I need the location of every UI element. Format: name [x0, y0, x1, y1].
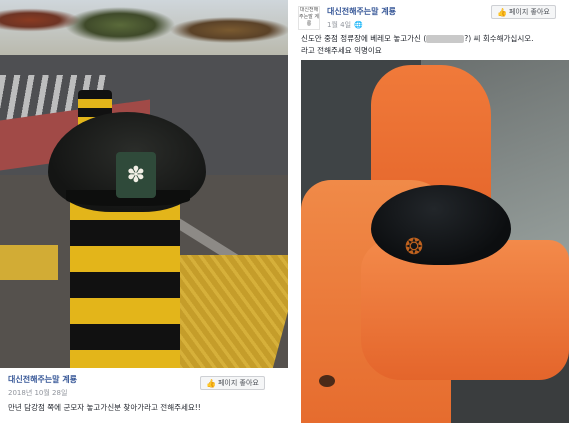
caption-line2: 라고 전해주세요 익명이요 — [301, 46, 382, 55]
right-post-photo[interactable]: ❂ — [301, 60, 569, 423]
beret-insignia-icon: ❂ — [404, 234, 424, 260]
thumbs-up-icon: 👍 — [206, 378, 216, 388]
left-post-photo[interactable]: ✽ — [0, 0, 288, 368]
right-post-card: 대신전해주는말 계룡 대신전해주는말 계룡 1월 4일 🌐 👍 페이지 좋아요 … — [295, 0, 569, 423]
caption-part1: 신도안 중점 정류장에 베레모 놓고가신 — [301, 34, 421, 43]
photo-tactile-paving — [0, 245, 58, 280]
like-button-label: 페이지 좋아요 — [217, 379, 259, 387]
right-post-date-row: 1월 4일 🌐 — [327, 20, 396, 30]
left-page-name[interactable]: 대신전해주는말 계룡 — [8, 374, 77, 385]
like-button-label: 페이지 좋아요 — [508, 8, 550, 16]
left-post-card: ✽ 대신전해주는말 계룡 2018년 10월 28일 👍 페이지 좋아요 만년 … — [0, 0, 288, 423]
globe-icon: 🌐 — [354, 21, 363, 29]
right-post-date[interactable]: 1월 4일 — [327, 20, 351, 30]
right-post-meta: 대신전해주는말 계룡 1월 4일 🌐 — [327, 6, 396, 30]
page-avatar[interactable]: 대신전해주는말 계룡 — [298, 6, 320, 30]
right-like-page-button[interactable]: 👍 페이지 좋아요 — [491, 5, 556, 19]
beret-insignia-icon: ✽ — [116, 152, 156, 198]
thumbs-up-icon: 👍 — [497, 7, 507, 17]
right-page-name[interactable]: 대신전해주는말 계룡 — [327, 6, 396, 17]
left-post-date[interactable]: 2018년 10월 28일 — [8, 388, 77, 398]
left-post-caption: 만년 담강점 쪽에 군모자 놓고가신분 찾아가라고 전해주세요!! — [8, 403, 201, 412]
caption-part2: ?) 씨 회수해가십시오. — [464, 34, 534, 43]
left-like-page-button[interactable]: 👍 페이지 좋아요 — [200, 376, 265, 390]
photo-beret — [371, 185, 511, 265]
redacted-name — [426, 35, 465, 43]
photo-seat-hole — [319, 375, 335, 387]
avatar-text: 대신전해주는말 계룡 — [299, 7, 319, 27]
left-post-meta: 대신전해주는말 계룡 2018년 10월 28일 — [8, 374, 77, 398]
right-post-caption: 신도안 중점 정류장에 베레모 놓고가신 (?) 씨 회수해가십시오. 라고 전… — [301, 34, 534, 55]
